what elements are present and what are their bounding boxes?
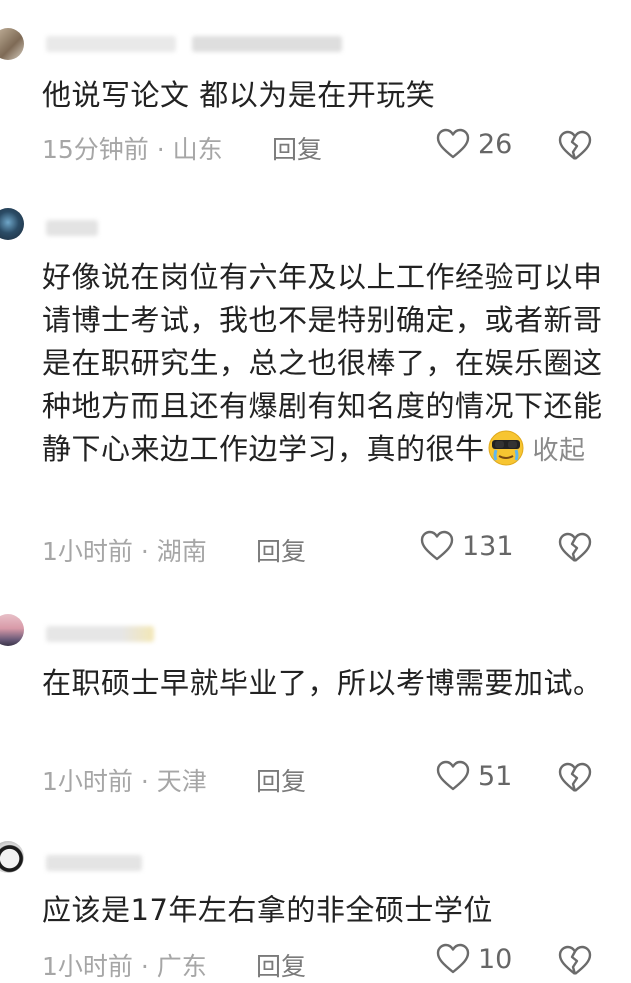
username-suffix bbox=[192, 36, 342, 52]
broken-heart-icon bbox=[558, 762, 592, 794]
comment-text: 在职硕士早就毕业了，所以考博需要加试。 bbox=[42, 666, 603, 700]
meta-separator: · bbox=[132, 952, 157, 981]
broken-heart-icon bbox=[558, 945, 592, 977]
comment-meta: 1小时前 · 湖南 bbox=[42, 532, 207, 568]
username[interactable] bbox=[46, 36, 176, 52]
dislike-button[interactable] bbox=[558, 945, 592, 977]
reply-button[interactable]: 回复 bbox=[256, 532, 306, 568]
like-button[interactable]: 10 bbox=[436, 943, 512, 975]
meta-separator: · bbox=[132, 767, 157, 796]
comment-text: 应该是17年左右拿的非全硕士学位 bbox=[42, 893, 493, 927]
like-count: 51 bbox=[478, 760, 513, 792]
comment-meta: 1小时前 · 天津 bbox=[42, 762, 207, 798]
username[interactable] bbox=[46, 855, 142, 871]
comment-time: 15分钟前 bbox=[42, 135, 149, 164]
reply-button[interactable]: 回复 bbox=[272, 130, 322, 166]
sunglasses-tears-emoji bbox=[487, 429, 525, 467]
comment-text: 他说写论文 都以为是在开玩笑 bbox=[42, 78, 436, 112]
comment-item: 好像说在岗位有六年及以上工作经验可以申请博士考试，我也不是特别确定，或者新哥是在… bbox=[0, 190, 631, 610]
comment-item: 在职硕士早就毕业了，所以考博需要加试。 1小时前 · 天津 回复 51 bbox=[0, 610, 631, 835]
comment-text: 好像说在岗位有六年及以上工作经验可以申请博士考试，我也不是特别确定，或者新哥是在… bbox=[42, 256, 612, 473]
avatar[interactable] bbox=[0, 614, 24, 646]
like-button[interactable]: 131 bbox=[420, 530, 514, 562]
broken-heart-icon bbox=[558, 532, 592, 564]
heart-outline-icon bbox=[436, 128, 470, 160]
heart-outline-icon bbox=[436, 943, 470, 975]
comment-location: 山东 bbox=[172, 135, 223, 164]
avatar[interactable] bbox=[0, 28, 24, 60]
username[interactable] bbox=[46, 220, 98, 236]
comment-location: 广东 bbox=[156, 952, 207, 981]
like-count: 26 bbox=[478, 128, 513, 160]
comment-location: 天津 bbox=[156, 767, 207, 796]
avatar[interactable] bbox=[0, 208, 24, 240]
like-button[interactable]: 26 bbox=[436, 128, 512, 160]
comment-item: 应该是17年左右拿的非全硕士学位 1小时前 · 广东 回复 10 bbox=[0, 835, 631, 981]
username[interactable] bbox=[46, 626, 154, 642]
comment-time: 1小时前 bbox=[42, 537, 133, 566]
dislike-button[interactable] bbox=[558, 130, 592, 162]
collapse-link[interactable]: 收起 bbox=[533, 436, 586, 466]
comment-meta: 15分钟前 · 山东 bbox=[42, 130, 223, 166]
heart-outline-icon bbox=[436, 760, 470, 792]
comment-time: 1小时前 bbox=[42, 767, 133, 796]
avatar[interactable] bbox=[0, 841, 24, 873]
like-count: 10 bbox=[478, 943, 513, 975]
comment-time: 1小时前 bbox=[42, 952, 133, 981]
comment-meta: 1小时前 · 广东 bbox=[42, 947, 207, 983]
heart-outline-icon bbox=[420, 530, 454, 562]
comment-location: 湖南 bbox=[156, 537, 207, 566]
meta-separator: · bbox=[132, 537, 157, 566]
reply-button[interactable]: 回复 bbox=[256, 762, 306, 798]
broken-heart-icon bbox=[558, 130, 592, 162]
like-button[interactable]: 51 bbox=[436, 760, 512, 792]
dislike-button[interactable] bbox=[558, 762, 592, 794]
like-count: 131 bbox=[462, 530, 514, 562]
dislike-button[interactable] bbox=[558, 532, 592, 564]
meta-separator: · bbox=[148, 135, 173, 164]
comment-item: 他说写论文 都以为是在开玩笑 15分钟前 · 山东 回复 26 bbox=[0, 0, 631, 190]
reply-button[interactable]: 回复 bbox=[256, 947, 306, 983]
